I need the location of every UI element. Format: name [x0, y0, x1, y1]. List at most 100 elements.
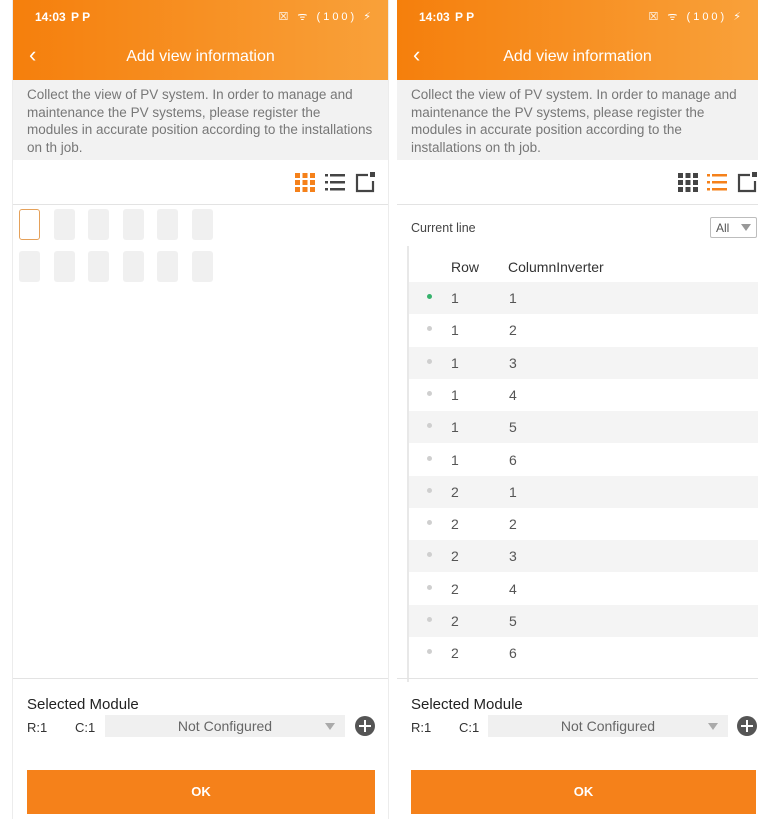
status-dot-icon	[427, 552, 432, 558]
column-value: 5	[509, 419, 517, 436]
module-cell[interactable]	[53, 209, 75, 240]
status-dot-icon	[427, 617, 432, 622]
status-dot-icon	[427, 487, 432, 493]
app-header: 14:03 P P ☒ ᯤ (100) ⚡ ‹ Add view informa…	[397, 0, 758, 80]
table-row[interactable]: 26	[409, 637, 758, 669]
module-cell[interactable]	[19, 209, 40, 240]
column-inverter-header: ColumnInverter	[508, 259, 604, 275]
list-view-screen: 14:03 P P ☒ ᯤ (100) ⚡ ‹ Add view informa…	[397, 0, 758, 819]
divider	[13, 678, 388, 679]
table-row[interactable]: 16	[409, 444, 758, 476]
status-dot-icon	[427, 520, 432, 526]
row-value: 1	[451, 290, 459, 306]
list-view-icon[interactable]	[706, 171, 728, 193]
status-dot-icon	[427, 584, 432, 590]
edit-view-icon[interactable]	[736, 171, 758, 193]
status-dot-icon	[427, 423, 432, 429]
selected-row-label: R:1	[27, 720, 48, 735]
description-text: Collect the view of PV system. In order …	[397, 80, 758, 160]
module-cell[interactable]	[157, 251, 178, 282]
table-row[interactable]: 21	[409, 475, 758, 508]
module-table: Row ColumnInverter 111213141516212223242…	[407, 246, 758, 682]
table-row[interactable]: 24	[409, 573, 758, 605]
page-title: Add view information	[126, 48, 275, 65]
inverter-dropdown[interactable]: Not Configured	[488, 715, 728, 737]
row-value: 1	[451, 419, 459, 436]
inverter-dropdown-value: Not Configured	[177, 718, 273, 734]
selected-col-label: C:1	[75, 720, 96, 735]
current-line-label: Current line	[411, 221, 476, 235]
column-value: 5	[509, 613, 517, 629]
status-icons: ☒ ᯤ (100) ⚡	[648, 11, 744, 23]
add-icon[interactable]	[737, 716, 757, 736]
column-value: 1	[509, 483, 517, 500]
row-value: 1	[451, 354, 459, 371]
ok-button[interactable]: OK	[411, 770, 756, 814]
status-time: 14:03	[35, 10, 66, 24]
current-line-value: All	[716, 221, 730, 235]
status-icons: ☒ ᯤ (100) ⚡	[278, 11, 374, 23]
column-value: 2	[509, 322, 517, 339]
table-row[interactable]: 22	[409, 508, 758, 540]
status-dot-icon	[427, 649, 432, 655]
table-header: Row ColumnInverter	[409, 246, 758, 282]
row-value: 2	[451, 483, 459, 500]
module-cell[interactable]	[19, 251, 40, 282]
module-cell[interactable]	[191, 251, 213, 282]
notification-icons: P P	[71, 10, 91, 24]
row-value: 2	[451, 613, 459, 629]
row-value: 2	[451, 548, 459, 565]
row-value: 2	[451, 580, 459, 597]
module-cell[interactable]	[53, 251, 75, 282]
module-cell[interactable]	[191, 209, 213, 240]
selected-module-label: Selected Module	[27, 696, 139, 713]
status-dot-icon	[427, 294, 432, 299]
column-value: 4	[509, 580, 517, 597]
column-value: 1	[509, 290, 517, 306]
table-row[interactable]: 25	[409, 605, 758, 637]
inverter-dropdown[interactable]: Not Configured	[105, 715, 345, 737]
add-icon[interactable]	[355, 716, 375, 736]
selected-col-label: C:1	[459, 720, 480, 735]
module-cell[interactable]	[88, 209, 109, 240]
column-value: 6	[509, 645, 517, 662]
list-view-icon[interactable]	[324, 171, 346, 193]
table-row[interactable]: 23	[409, 540, 758, 573]
grid-view-icon[interactable]	[294, 171, 316, 193]
selected-module-label: Selected Module	[411, 696, 523, 713]
divider	[397, 678, 758, 679]
edit-view-icon[interactable]	[354, 171, 376, 193]
view-mode-bar	[13, 160, 388, 205]
row-value: 1	[451, 386, 459, 403]
grid-view-screen: 14:03 P P ☒ ᯤ (100) ⚡ ‹ Add view informa…	[12, 0, 389, 819]
status-dot-icon	[427, 455, 432, 461]
grid-view-icon[interactable]	[677, 171, 699, 193]
module-cell[interactable]	[88, 251, 109, 282]
table-row[interactable]: 11	[409, 282, 758, 314]
current-line-select[interactable]: All	[710, 217, 757, 238]
notification-icons: P P	[455, 10, 475, 24]
module-cell[interactable]	[157, 209, 178, 240]
row-value: 2	[451, 645, 459, 662]
app-header: 14:03 P P ☒ ᯤ (100) ⚡ ‹ Add view informa…	[13, 0, 388, 80]
status-dot-icon	[427, 358, 432, 364]
module-cell[interactable]	[122, 209, 144, 240]
column-value: 3	[509, 354, 517, 371]
module-cell[interactable]	[122, 251, 144, 282]
chevron-down-icon	[325, 723, 335, 730]
status-time: 14:03	[419, 10, 450, 24]
page-title: Add view information	[503, 48, 652, 65]
table-row[interactable]: 13	[409, 346, 758, 379]
table-row[interactable]: 12	[409, 314, 758, 346]
chevron-down-icon	[741, 224, 751, 231]
inverter-dropdown-value: Not Configured	[560, 718, 656, 734]
ok-button[interactable]: OK	[27, 770, 375, 814]
description-text: Collect the view of PV system. In order …	[13, 80, 388, 160]
column-value: 3	[509, 548, 517, 565]
row-value: 1	[451, 451, 459, 468]
table-row[interactable]: 15	[409, 411, 758, 444]
column-value: 2	[509, 516, 517, 533]
column-value: 4	[509, 386, 517, 403]
table-row[interactable]: 14	[409, 379, 758, 411]
view-mode-bar	[397, 160, 758, 205]
